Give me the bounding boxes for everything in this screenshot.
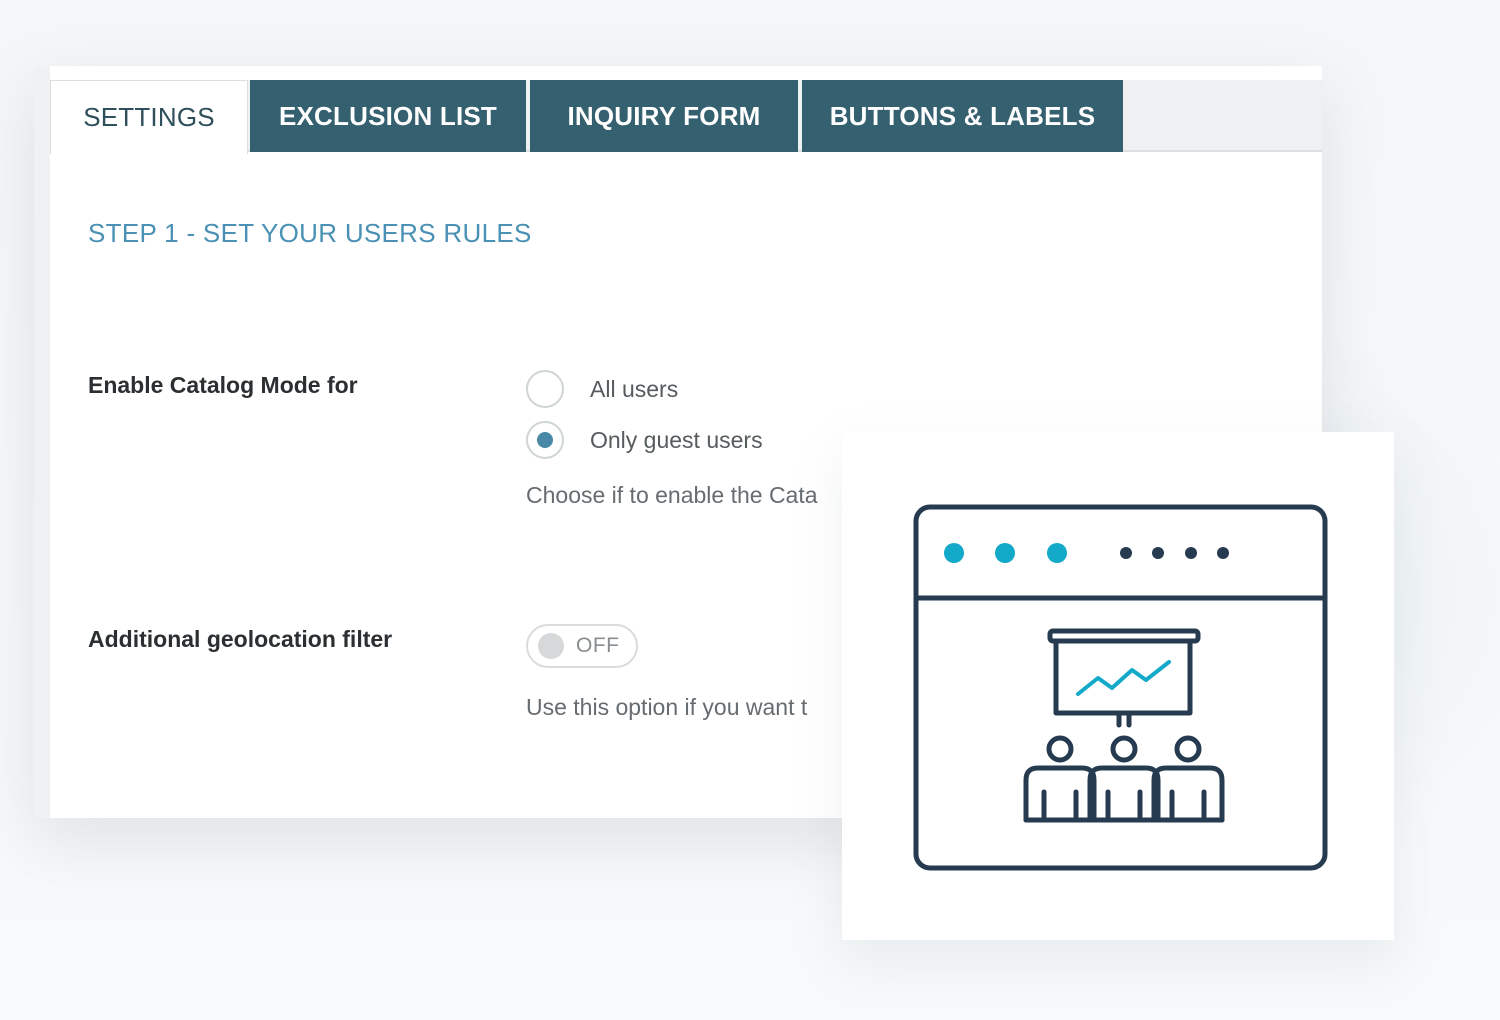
presentation-browser-icon [913, 504, 1328, 871]
menu-dot [1217, 547, 1229, 559]
radio-label: All users [590, 375, 679, 402]
menu-dot [1120, 547, 1132, 559]
geolocation-help: Use this option if you want t [526, 694, 808, 720]
toggle-knob [538, 633, 564, 659]
step-title: STEP 1 - SET YOUR USERS RULES [88, 218, 532, 248]
illustration-card [842, 432, 1394, 940]
tab-bar: SETTINGS EXCLUSION LIST INQUIRY FORM BUT… [50, 80, 1322, 154]
catalog-mode-label: Enable Catalog Mode for [88, 372, 358, 398]
radio-only-guest-users[interactable]: Only guest users [526, 421, 763, 459]
geolocation-toggle[interactable]: OFF [526, 624, 638, 668]
radio-button[interactable] [526, 370, 564, 408]
person-head [1046, 735, 1074, 763]
tab-settings[interactable]: SETTINGS [50, 80, 248, 154]
menu-dot [1152, 547, 1164, 559]
stage: SETTINGS EXCLUSION LIST INQUIRY FORM BUT… [0, 0, 1500, 1020]
radio-all-users[interactable]: All users [526, 370, 678, 408]
person-body [1023, 765, 1097, 823]
window-dot [995, 543, 1015, 563]
person-body [1087, 765, 1161, 823]
tab-inquiry-form[interactable]: INQUIRY FORM [530, 80, 798, 152]
menu-dot [1185, 547, 1197, 559]
person-head [1174, 735, 1202, 763]
person-body [1151, 765, 1225, 823]
person-head [1110, 735, 1138, 763]
tab-buttons-labels[interactable]: BUTTONS & LABELS [802, 80, 1123, 152]
trend-line [1076, 660, 1171, 696]
browser-frame [913, 504, 1328, 871]
radio-label: Only guest users [590, 426, 763, 453]
window-dot [944, 543, 964, 563]
catalog-mode-help: Choose if to enable the Cata [526, 482, 818, 508]
window-dot [1047, 543, 1067, 563]
tab-exclusion-list[interactable]: EXCLUSION LIST [250, 80, 526, 152]
toggle-state: OFF [576, 634, 620, 657]
radio-button-checked[interactable] [526, 421, 564, 459]
geolocation-label: Additional geolocation filter [88, 626, 393, 652]
